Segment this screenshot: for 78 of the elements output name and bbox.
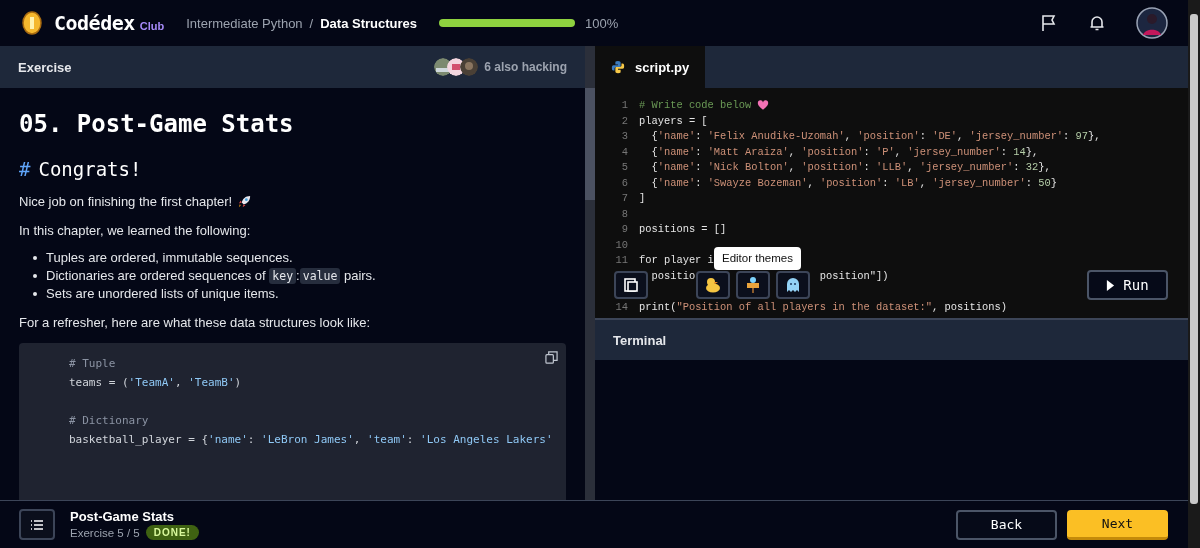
duck-icon xyxy=(704,276,722,294)
paragraph: Nice job on finishing the first chapter! xyxy=(19,194,233,209)
club-label: Club xyxy=(139,19,165,32)
breadcrumb-link[interactable]: Data Structures xyxy=(320,15,418,31)
code-line: # Write code below xyxy=(639,98,770,114)
file-tab[interactable]: script.py xyxy=(595,46,706,88)
line-number: 2 xyxy=(621,114,628,127)
line-number: 6 xyxy=(621,176,628,189)
logo-text[interactable]: Codédex xyxy=(54,11,135,35)
panel-title: Exercise xyxy=(18,59,72,75)
heading-mark: # xyxy=(19,158,31,180)
line-number: 1 xyxy=(621,99,628,111)
line-number: 11 xyxy=(615,254,628,266)
ghost-icon xyxy=(784,276,802,294)
menu-button[interactable] xyxy=(19,509,55,540)
code-line: for player i xyxy=(639,253,714,268)
code-line: teams = ('TeamA', 'TeamB') xyxy=(69,376,242,389)
breadcrumb-link[interactable]: Intermediate Python xyxy=(186,15,303,31)
list-icon xyxy=(30,518,44,531)
flag-icon[interactable] xyxy=(1040,14,1058,32)
copy-icon[interactable] xyxy=(545,351,558,364)
next-button[interactable]: Next xyxy=(1067,509,1168,540)
panel-title: Terminal xyxy=(613,332,667,348)
code-line: ] xyxy=(639,191,646,206)
bullet-icon xyxy=(33,255,37,260)
bullet-icon xyxy=(33,291,37,296)
copy-icon xyxy=(623,277,639,293)
line-number: 14 xyxy=(615,300,628,313)
code-line: basketball_player = {'name': 'LeBron James', 'team': 'Los Angeles Lakers' xyxy=(69,433,553,446)
scrollbar[interactable] xyxy=(1188,0,1200,548)
line-number: 10 xyxy=(615,238,628,251)
line-number: 8 xyxy=(621,207,628,220)
theme-button[interactable] xyxy=(776,271,810,299)
back-button[interactable]: Back xyxy=(956,509,1057,540)
coin-logo-icon xyxy=(22,11,42,35)
paragraph: For a refresher, here are what these data structures look like: xyxy=(19,315,372,330)
hacking-count: 6 also hacking xyxy=(484,60,567,74)
line-number: 5 xyxy=(621,161,628,173)
lesson-title: 05. Post-Game Stats xyxy=(19,110,295,138)
status-badge: DONE! xyxy=(145,525,199,540)
play-icon xyxy=(1106,278,1116,292)
code-line: {'name': 'Felix Anudike-Uzomah', 'position': 'DE', 'jersey_number': 97}, xyxy=(650,129,1101,144)
format-button[interactable] xyxy=(614,271,648,299)
breadcrumb-separator: / xyxy=(309,15,314,31)
list-item: Dictionaries are ordered sequences of key : value pairs. xyxy=(46,268,376,283)
list-item: Sets are unordered lists of unique items. xyxy=(46,286,279,301)
code-line: print("Position of all players in the dataset:", positions) xyxy=(639,299,1007,315)
code-line: position"]) xyxy=(819,268,889,284)
paragraph: In this chapter, we learned the following: xyxy=(19,223,252,238)
line-number: 4 xyxy=(621,145,628,158)
line-number: 7 xyxy=(621,192,628,204)
code-line: {'name': 'Matt Araiza', 'position': 'P', 'jersey_number': 14}, xyxy=(650,144,1039,160)
run-button[interactable]: Run xyxy=(1087,270,1168,300)
tooltip: Editor themes xyxy=(714,246,801,270)
scrollbar[interactable] xyxy=(585,46,595,500)
bell-icon[interactable] xyxy=(1088,14,1106,32)
line-number: 9 xyxy=(621,223,628,235)
rocket-icon xyxy=(237,194,253,209)
theme-button[interactable] xyxy=(696,271,730,299)
exercise-title: Post-Game Stats xyxy=(70,509,176,524)
section-heading: Congrats! xyxy=(38,158,142,180)
bullet-icon xyxy=(33,273,37,278)
code-line: players = [ xyxy=(639,113,708,129)
code-line: # Dictionary xyxy=(69,414,149,427)
user-avatar xyxy=(460,58,479,76)
line-number: 3 xyxy=(621,130,628,142)
code-line: # Tuple xyxy=(69,357,116,370)
theme-button[interactable] xyxy=(736,271,770,299)
code-line: {'name': 'Swayze Bozeman', 'position': 'LB', 'jersey_number': 50} xyxy=(650,175,1057,191)
sign-icon xyxy=(744,276,762,294)
code-line: {'name': 'Nick Bolton', 'position': 'LLB', 'jersey_number': 32}, xyxy=(650,160,1051,175)
user-avatar[interactable] xyxy=(1136,7,1168,39)
python-icon xyxy=(611,60,625,74)
heart-icon xyxy=(757,99,770,111)
code-line: positions = [] xyxy=(639,222,727,237)
code-line: positio xyxy=(650,268,696,284)
list-item: Tuples are ordered, immutable sequences. xyxy=(46,250,293,265)
progress-reading: 100% xyxy=(585,15,619,31)
